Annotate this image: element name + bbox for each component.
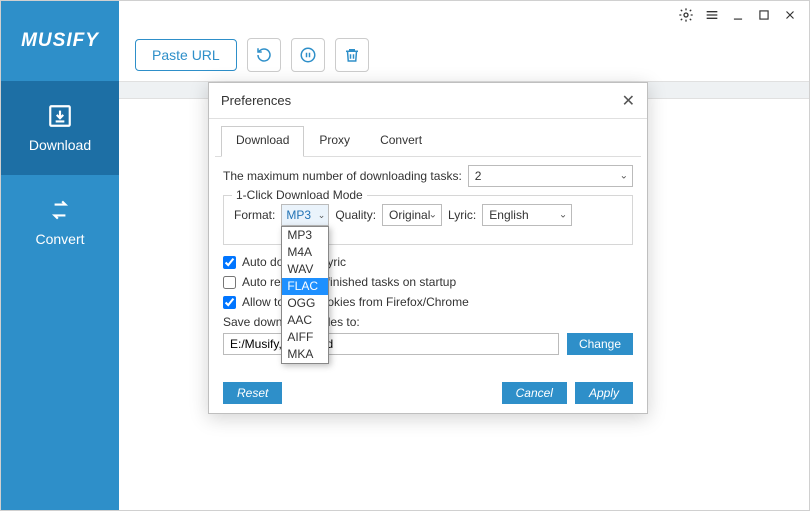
sidebar-item-label: Download bbox=[29, 137, 91, 153]
reset-button[interactable]: Reset bbox=[223, 382, 282, 404]
oneclick-legend: 1-Click Download Mode bbox=[232, 188, 367, 202]
chevron-down-icon: ⌄ bbox=[620, 171, 628, 182]
dialog-body: The maximum number of downloading tasks:… bbox=[209, 157, 647, 373]
convert-icon bbox=[47, 197, 73, 223]
dialog-header: Preferences ✕ bbox=[209, 83, 647, 119]
close-window-icon[interactable] bbox=[781, 6, 799, 24]
format-option-selected[interactable]: FLAC bbox=[282, 278, 328, 295]
sidebar: MUSIFY Download Convert bbox=[1, 1, 119, 510]
paste-url-button[interactable]: Paste URL bbox=[135, 39, 237, 71]
format-dropdown: MP3 M4A WAV FLAC OGG AAC AIFF MKA bbox=[281, 226, 329, 364]
oneclick-fieldset: 1-Click Download Mode Format: MP3 ⌄ MP3 … bbox=[223, 195, 633, 245]
tab-convert[interactable]: Convert bbox=[365, 126, 437, 157]
allow-cookies-checkbox[interactable] bbox=[223, 296, 236, 309]
chevron-down-icon: ⌄ bbox=[429, 210, 437, 221]
lyric-select[interactable]: English ⌄ bbox=[482, 204, 572, 226]
allow-cookies-label: Allow to read cookies from Firefox/Chrom… bbox=[242, 295, 469, 309]
dialog-tabs: Download Proxy Convert bbox=[215, 125, 641, 157]
brand-logo: MUSIFY bbox=[1, 1, 119, 81]
format-option[interactable]: AIFF bbox=[282, 329, 328, 346]
format-label: Format: bbox=[234, 208, 275, 222]
max-tasks-label: The maximum number of downloading tasks: bbox=[223, 169, 462, 183]
maximize-icon[interactable] bbox=[755, 6, 773, 24]
sidebar-item-convert[interactable]: Convert bbox=[1, 175, 119, 269]
max-tasks-select[interactable]: 2 ⌄ bbox=[468, 165, 633, 187]
sidebar-item-download[interactable]: Download bbox=[1, 81, 119, 175]
tab-download[interactable]: Download bbox=[221, 126, 304, 157]
apply-button[interactable]: Apply bbox=[575, 382, 633, 404]
change-button[interactable]: Change bbox=[567, 333, 633, 355]
format-select[interactable]: MP3 ⌄ bbox=[281, 204, 329, 226]
settings-icon[interactable] bbox=[677, 6, 695, 24]
sidebar-item-label: Convert bbox=[35, 231, 84, 247]
retry-button[interactable] bbox=[247, 38, 281, 72]
format-option[interactable]: AAC bbox=[282, 312, 328, 329]
menu-icon[interactable] bbox=[703, 6, 721, 24]
close-icon[interactable]: ✕ bbox=[622, 91, 635, 111]
auto-download-lyric-checkbox[interactable] bbox=[223, 256, 236, 269]
quality-select[interactable]: Original ⌄ bbox=[382, 204, 442, 226]
dialog-footer: Reset Cancel Apply bbox=[209, 373, 647, 413]
toolbar: Paste URL bbox=[119, 29, 809, 81]
titlebar bbox=[119, 1, 809, 29]
lyric-label: Lyric: bbox=[448, 208, 476, 222]
download-icon bbox=[47, 103, 73, 129]
format-option[interactable]: MKA bbox=[282, 346, 328, 363]
cancel-button[interactable]: Cancel bbox=[502, 382, 567, 404]
tab-proxy[interactable]: Proxy bbox=[304, 126, 365, 157]
chevron-down-icon: ⌄ bbox=[318, 210, 326, 221]
dialog-title: Preferences bbox=[221, 93, 622, 108]
preferences-dialog: Preferences ✕ Download Proxy Convert The… bbox=[208, 82, 648, 414]
format-option[interactable]: MP3 bbox=[282, 227, 328, 244]
minimize-icon[interactable] bbox=[729, 6, 747, 24]
save-path-input[interactable] bbox=[223, 333, 559, 355]
format-option[interactable]: M4A bbox=[282, 244, 328, 261]
auto-resume-label: Auto resume unfinished tasks on startup bbox=[242, 275, 456, 289]
quality-label: Quality: bbox=[335, 208, 376, 222]
format-option[interactable]: OGG bbox=[282, 295, 328, 312]
format-option[interactable]: WAV bbox=[282, 261, 328, 278]
delete-button[interactable] bbox=[335, 38, 369, 72]
auto-resume-checkbox[interactable] bbox=[223, 276, 236, 289]
chevron-down-icon: ⌄ bbox=[559, 210, 567, 221]
pause-button[interactable] bbox=[291, 38, 325, 72]
